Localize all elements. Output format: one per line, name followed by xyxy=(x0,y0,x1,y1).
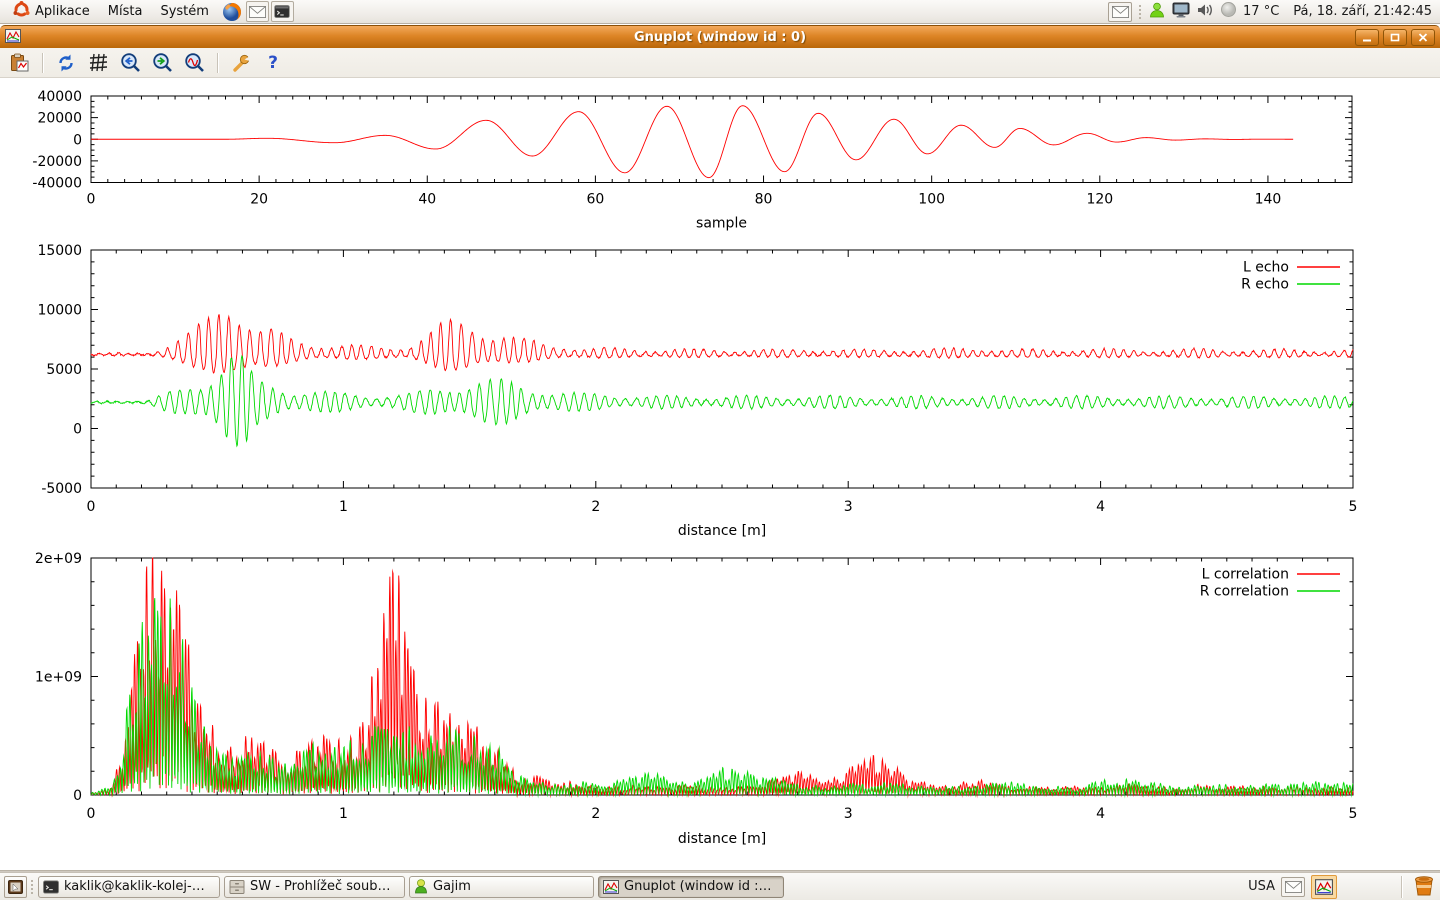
toolbar-separator xyxy=(42,53,43,73)
places-menu[interactable]: Místa xyxy=(99,0,152,23)
grid-icon[interactable] xyxy=(86,51,110,75)
panel-indicators: 17 °C Pá, 18. září, 21:42:45 xyxy=(1108,0,1440,23)
toolbar: ? xyxy=(0,48,1440,78)
trash-icon[interactable] xyxy=(1412,873,1436,900)
plots-canvas[interactable] xyxy=(0,78,1440,870)
temperature-indicator[interactable]: 17 °C xyxy=(1243,4,1279,19)
show-desktop-button[interactable] xyxy=(4,876,27,898)
taskbar-button-label: kaklik@kaklik-kolej-u... xyxy=(64,879,211,894)
mail-notification-icon[interactable] xyxy=(1108,2,1132,22)
system-menu[interactable]: Systém xyxy=(151,0,217,23)
taskbar-grip[interactable] xyxy=(30,879,34,895)
zoom-previous-icon[interactable] xyxy=(118,51,142,75)
system-menu-label: Systém xyxy=(160,4,208,19)
gnuplot-window: Gnuplot (window id : 0) xyxy=(0,25,1440,872)
display-settings-icon[interactable] xyxy=(1172,2,1190,22)
user-switcher-icon[interactable] xyxy=(1148,1,1166,23)
gnuplot-tray-icon[interactable] xyxy=(1311,875,1337,899)
window-title: Gnuplot (window id : 0) xyxy=(0,30,1440,45)
taskbar-button-2[interactable]: SW - Prohlížeč souborů xyxy=(224,876,405,898)
gnuplot-icon xyxy=(603,880,619,894)
desktop: Aplikace Místa Systém xyxy=(0,0,1440,900)
gajim-icon xyxy=(414,879,428,894)
clock-indicator[interactable]: Pá, 18. září, 21:42:45 xyxy=(1293,4,1432,19)
weather-icon[interactable] xyxy=(1220,1,1237,22)
firefox-launcher-icon[interactable] xyxy=(220,1,244,23)
plot-area xyxy=(0,78,1440,870)
terminal-icon xyxy=(43,880,59,894)
autoscale-icon[interactable] xyxy=(182,51,206,75)
help-icon[interactable]: ? xyxy=(261,51,285,75)
applications-menu-label: Aplikace xyxy=(35,4,90,19)
taskbar-button-4[interactable]: Gnuplot (window id : 0) xyxy=(598,876,784,898)
taskbar-separator xyxy=(1401,876,1402,898)
titlebar[interactable]: Gnuplot (window id : 0) xyxy=(0,25,1440,48)
applications-menu[interactable]: Aplikace xyxy=(4,0,99,23)
tray-grip[interactable] xyxy=(1138,4,1142,20)
settings-icon[interactable] xyxy=(229,51,253,75)
taskbar-button-label: SW - Prohlížeč souborů xyxy=(250,879,396,894)
toolbar-separator xyxy=(217,53,218,73)
keyboard-layout-indicator[interactable]: USA xyxy=(1248,879,1275,894)
taskbar-right: USA xyxy=(1248,873,1436,900)
mail-launcher-icon[interactable] xyxy=(246,1,269,22)
taskbar-button-label: Gajim xyxy=(433,879,471,894)
file-manager-icon xyxy=(229,880,245,894)
taskbar-button-label: Gnuplot (window id : 0) xyxy=(624,879,775,894)
terminal-launcher-icon[interactable] xyxy=(271,1,294,22)
mail-tray-icon[interactable] xyxy=(1281,877,1305,897)
replot-icon[interactable] xyxy=(54,51,78,75)
task-list: kaklik@kaklik-kolej-u... SW - Prohlížeč s… xyxy=(38,876,784,898)
panel-left: Aplikace Místa Systém xyxy=(0,0,294,23)
top-panel: Aplikace Místa Systém xyxy=(0,0,1440,24)
taskbar-button-1[interactable]: kaklik@kaklik-kolej-u... xyxy=(38,876,220,898)
ubuntu-logo-icon xyxy=(13,1,30,22)
taskbar-button-3[interactable]: Gajim xyxy=(409,876,594,898)
copy-icon[interactable] xyxy=(7,51,31,75)
zoom-next-icon[interactable] xyxy=(150,51,174,75)
volume-icon[interactable] xyxy=(1196,2,1214,22)
taskbar: kaklik@kaklik-kolej-u... SW - Prohlížeč s… xyxy=(0,872,1440,900)
places-menu-label: Místa xyxy=(108,4,143,19)
